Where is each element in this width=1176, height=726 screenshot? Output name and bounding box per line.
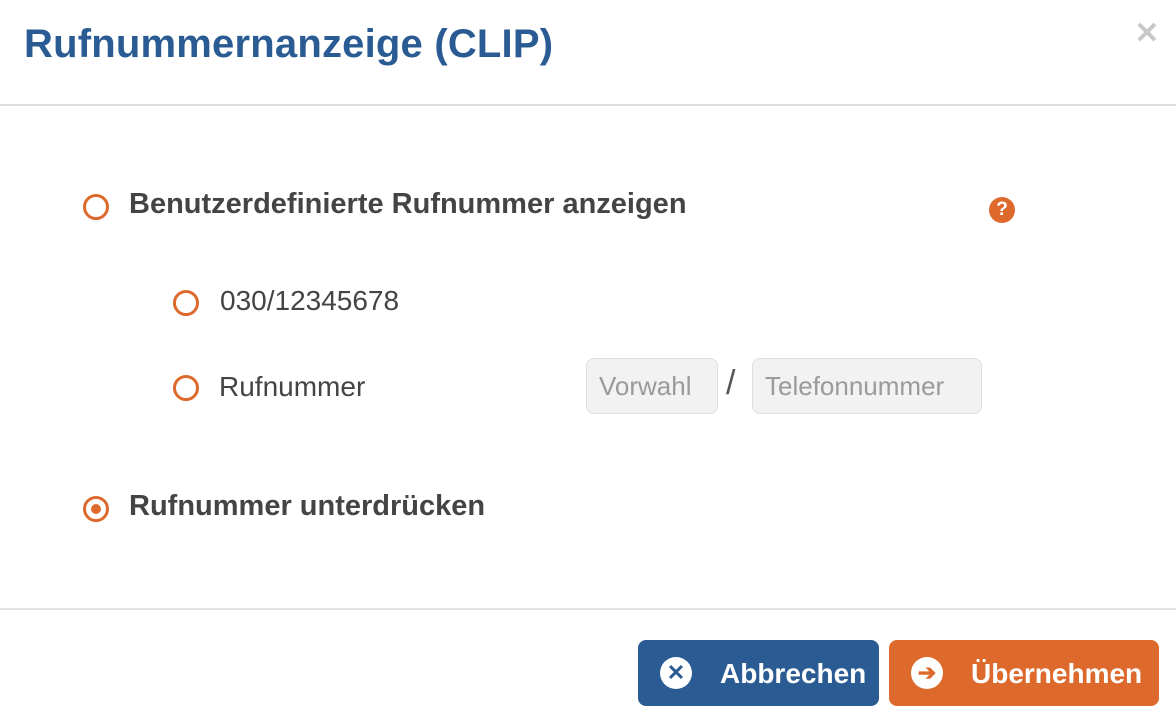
footer-divider xyxy=(0,608,1176,610)
x-circle-icon: ✕ xyxy=(660,657,692,689)
phone-number-input[interactable] xyxy=(752,358,982,414)
apply-button[interactable]: ➔ Übernehmen xyxy=(889,640,1159,706)
radio-suppress-number[interactable] xyxy=(83,496,109,522)
radio-manual-number[interactable] xyxy=(173,375,199,401)
dialog-title: Rufnummernanzeige (CLIP) xyxy=(24,22,554,66)
preset-number-label: 030/12345678 xyxy=(220,285,400,316)
question-mark-icon[interactable]: ? xyxy=(989,197,1015,223)
close-icon[interactable]: ✕ xyxy=(1133,19,1161,49)
clip-dialog: Rufnummernanzeige (CLIP) ✕ Benutzerdefin… xyxy=(0,0,1176,726)
area-code-input[interactable] xyxy=(586,358,718,414)
radio-preset-number[interactable] xyxy=(173,290,199,316)
number-separator: / xyxy=(726,364,736,402)
custom-number-label: Benutzerdefinierte Rufnummer anzeigen xyxy=(129,188,687,220)
arrow-right-circle-icon: ➔ xyxy=(911,657,943,689)
manual-number-label: Rufnummer xyxy=(219,371,366,402)
radio-custom-number[interactable] xyxy=(83,194,109,220)
dialog-header: Rufnummernanzeige (CLIP) ✕ xyxy=(0,0,1176,106)
cancel-button-label: Abbrechen xyxy=(720,658,867,689)
cancel-button[interactable]: ✕ Abbrechen xyxy=(638,640,879,706)
suppress-number-label: Rufnummer unterdrücken xyxy=(129,490,486,522)
apply-button-label: Übernehmen xyxy=(971,658,1143,689)
